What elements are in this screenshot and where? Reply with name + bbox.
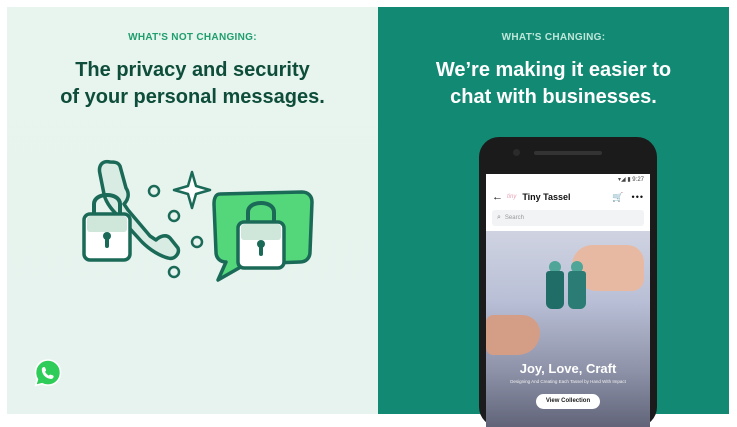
view-collection-button[interactable]: View Collection xyxy=(536,394,600,409)
phone-speaker xyxy=(534,151,602,155)
left-headline-line2: of your personal messages. xyxy=(60,86,325,108)
left-headline-line1: The privacy and security xyxy=(75,59,310,81)
announcement-banner: WHAT'S NOT CHANGING: The privacy and sec… xyxy=(0,0,737,427)
shop-app-bar: ← tiny Tiny Tassel 🛒 ••• xyxy=(486,186,650,208)
shop-logo: tiny xyxy=(507,194,517,200)
more-dots-icon[interactable]: ••• xyxy=(632,192,644,202)
privacy-illustration xyxy=(82,159,314,282)
shop-title: Tiny Tassel xyxy=(522,192,571,202)
hero-title: Joy, Love, Craft xyxy=(519,361,617,376)
search-input[interactable]: ⌕ Search xyxy=(492,210,644,226)
hand-shape xyxy=(486,315,540,355)
tassel-shape xyxy=(546,271,564,309)
right-headline-line2: chat with businesses. xyxy=(450,86,657,108)
right-headline-line1: We’re making it easier to xyxy=(435,59,672,81)
left-headline: The privacy and security of your persona… xyxy=(7,57,378,111)
left-eyebrow: WHAT'S NOT CHANGING: xyxy=(128,32,257,43)
tassel-shape xyxy=(568,271,586,309)
cart-icon[interactable]: 🛒 xyxy=(612,192,623,203)
whatsapp-logo-icon xyxy=(34,359,62,387)
search-icon: ⌕ xyxy=(497,214,501,221)
status-bar: ▾◢ ▮ 9:27 xyxy=(618,177,644,183)
search-placeholder: Search xyxy=(504,215,524,221)
right-eyebrow: WHAT'S CHANGING: xyxy=(501,32,606,43)
hero-image: Joy, Love, Craft Designing And Creating … xyxy=(486,231,650,427)
phone-screen: ▾◢ ▮ 9:27 ← tiny Tiny Tassel 🛒 ••• ⌕ Sea… xyxy=(486,174,650,427)
phone-mockup: ▾◢ ▮ 9:27 ← tiny Tiny Tassel 🛒 ••• ⌕ Sea… xyxy=(479,137,657,427)
phone-camera xyxy=(513,149,520,156)
right-headline: We’re making it easier to chat with busi… xyxy=(378,57,729,111)
left-panel: WHAT'S NOT CHANGING: The privacy and sec… xyxy=(7,7,378,414)
speech-bubble-icon xyxy=(212,190,314,282)
arrow-left-icon[interactable]: ← xyxy=(492,191,503,203)
right-panel: WHAT'S CHANGING: We’re making it easier … xyxy=(378,7,729,427)
sparkle-icon xyxy=(172,170,212,210)
hero-subtitle: Designing And Creating Each Tassel by Ha… xyxy=(510,379,626,384)
